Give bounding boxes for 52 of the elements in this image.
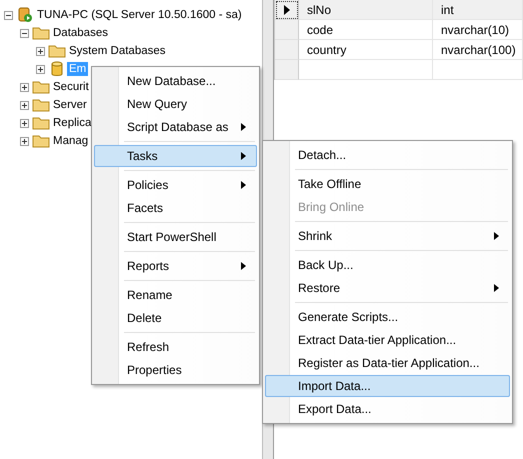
folder-icon <box>32 133 50 149</box>
tree-item[interactable]: System Databases <box>67 44 168 58</box>
menu-item[interactable]: Export Data... <box>265 398 510 420</box>
menu-item[interactable]: Reports <box>94 255 257 277</box>
tree-item[interactable]: TUNA-PC (SQL Server 10.50.1600 - sa) <box>35 8 244 22</box>
table-cell: int <box>433 0 523 20</box>
table-cell: slNo <box>299 0 433 20</box>
menu-item[interactable]: Policies <box>94 174 257 196</box>
menu-item[interactable]: Refresh <box>94 336 257 358</box>
collapse-icon[interactable] <box>20 28 29 38</box>
menu-item[interactable]: Back Up... <box>265 254 510 276</box>
table-cell: nvarchar(100) <box>433 40 523 60</box>
menu-item[interactable]: Generate Scripts... <box>265 306 510 328</box>
folder-icon <box>48 43 66 59</box>
tree-item[interactable]: Replica <box>51 116 94 130</box>
menu-item[interactable]: Facets <box>94 197 257 219</box>
menu-item[interactable]: Register as Data-tier Application... <box>265 352 510 374</box>
current-row-icon <box>284 4 290 14</box>
menu-item[interactable]: Shrink <box>265 225 510 247</box>
tree-item[interactable]: Securit <box>51 80 91 94</box>
expand-icon[interactable] <box>20 82 29 92</box>
menu-item[interactable]: Delete <box>94 307 257 329</box>
menu-item[interactable]: Tasks <box>94 145 257 167</box>
folder-icon <box>32 79 50 95</box>
menu-item[interactable]: Properties <box>94 359 257 381</box>
menu-item[interactable]: Script Database as <box>94 116 257 138</box>
folder-icon <box>32 25 50 41</box>
row-header[interactable] <box>275 0 299 20</box>
expand-icon[interactable] <box>20 100 29 110</box>
menu-item[interactable]: Extract Data-tier Application... <box>265 329 510 351</box>
folder-icon <box>32 97 50 113</box>
tree-item[interactable]: Server <box>51 98 89 112</box>
menu-item[interactable]: New Database... <box>94 70 257 92</box>
server-icon <box>16 7 34 23</box>
tree-item[interactable]: Manag <box>51 134 90 148</box>
expand-icon[interactable] <box>36 64 45 74</box>
table-cell: code <box>299 20 433 40</box>
menu-item[interactable]: Rename <box>94 284 257 306</box>
menu-item[interactable]: Import Data... <box>265 375 510 397</box>
menu-item[interactable]: New Query <box>94 93 257 115</box>
expand-icon[interactable] <box>20 136 29 146</box>
menu-item[interactable]: Restore <box>265 277 510 299</box>
tree-item[interactable]: Databases <box>51 26 110 40</box>
expand-icon[interactable] <box>20 118 29 128</box>
menu-item[interactable]: Take Offline <box>265 173 510 195</box>
expand-icon[interactable] <box>36 46 45 56</box>
menu-item[interactable]: Start PowerShell <box>94 226 257 248</box>
collapse-icon[interactable] <box>4 10 13 20</box>
table-cell: country <box>299 40 433 60</box>
folder-icon <box>32 115 50 131</box>
table-cell: nvarchar(10) <box>433 20 523 40</box>
menu-item[interactable]: Detach... <box>265 144 510 166</box>
